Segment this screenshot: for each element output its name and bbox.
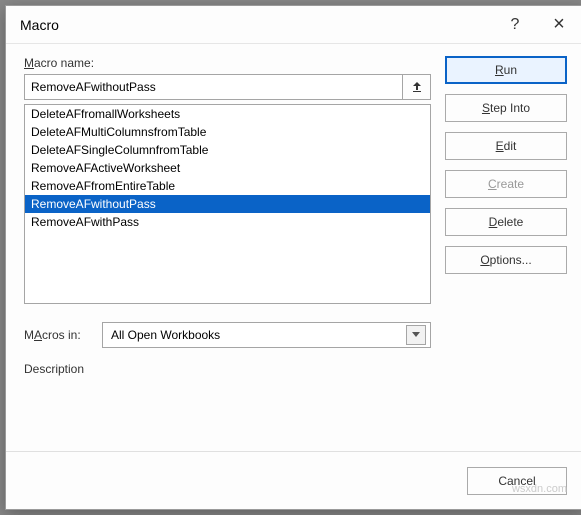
- macros-in-combo[interactable]: All Open Workbooks: [102, 322, 431, 348]
- titlebar: Macro ? ×: [6, 6, 581, 44]
- help-button[interactable]: ?: [493, 10, 537, 40]
- create-button: Create: [445, 170, 567, 198]
- list-item[interactable]: RemoveAFActiveWorksheet: [25, 159, 430, 177]
- list-item[interactable]: DeleteAFMultiColumnsfromTable: [25, 123, 430, 141]
- macros-in-value: All Open Workbooks: [111, 328, 406, 342]
- help-icon: ?: [511, 16, 520, 34]
- list-item[interactable]: RemoveAFwithPass: [25, 213, 430, 231]
- close-button[interactable]: ×: [537, 10, 581, 40]
- left-panel: Macro name: DeleteAFfromallWorksheetsDel…: [24, 56, 431, 437]
- macro-listbox[interactable]: DeleteAFfromallWorksheetsDeleteAFMultiCo…: [24, 104, 431, 304]
- list-item[interactable]: DeleteAFfromallWorksheets: [25, 105, 430, 123]
- macro-dialog: Macro ? × Macro name: DeleteAFfromallWor…: [5, 5, 581, 510]
- dialog-title: Macro: [20, 17, 493, 33]
- close-icon: ×: [553, 13, 565, 36]
- goto-macro-button[interactable]: [403, 74, 431, 100]
- macro-name-input[interactable]: [24, 74, 403, 100]
- macro-name-row: [24, 74, 431, 100]
- macros-in-row: MAcros in: All Open Workbooks: [24, 322, 431, 348]
- list-item[interactable]: RemoveAFfromEntireTable: [25, 177, 430, 195]
- dialog-content: Macro name: DeleteAFfromallWorksheetsDel…: [6, 44, 581, 451]
- macros-in-label: MAcros in:: [24, 328, 102, 342]
- up-arrow-icon: [411, 81, 423, 93]
- run-button[interactable]: Run: [445, 56, 567, 84]
- step-into-button[interactable]: Step Into: [445, 94, 567, 122]
- description-label: Description: [24, 362, 431, 376]
- combo-dropdown-button[interactable]: [406, 325, 426, 345]
- macro-name-label: Macro name:: [24, 56, 431, 70]
- edit-button[interactable]: Edit: [445, 132, 567, 160]
- button-column: Run Step Into Edit Create Delete Options…: [445, 56, 567, 437]
- list-item[interactable]: RemoveAFwithoutPass: [25, 195, 430, 213]
- options-button[interactable]: Options...: [445, 246, 567, 274]
- chevron-down-icon: [412, 332, 420, 338]
- watermark: wsxdn.com: [512, 483, 567, 495]
- dialog-footer: Cancel: [6, 451, 581, 509]
- list-item[interactable]: DeleteAFSingleColumnfromTable: [25, 141, 430, 159]
- delete-button[interactable]: Delete: [445, 208, 567, 236]
